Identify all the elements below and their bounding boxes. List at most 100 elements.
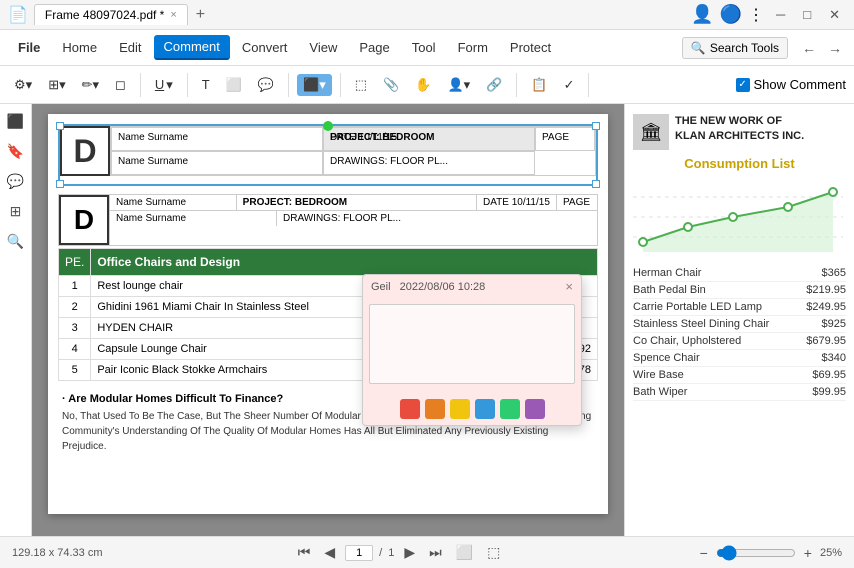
toolbar-area-btn[interactable]: ⬚ [349,74,373,96]
price-list-item: Wire Base $69.95 [633,367,846,384]
title-bar-left: 📄 Frame 48097024.pdf * × + [8,4,209,25]
zoom-in-btn[interactable]: + [800,543,816,563]
prev-page-btn[interactable]: ◀ [320,542,339,563]
toolbar-callout-btn[interactable]: 💬 [252,74,280,96]
letter-d: D [59,195,109,245]
menu-file[interactable]: File [8,36,50,59]
sidebar-icon-bookmark[interactable]: 🔖 [5,140,27,162]
page-input[interactable] [345,545,373,561]
zoom-slider[interactable] [716,545,796,561]
chart-area [625,177,854,257]
tab-close-btn[interactable]: × [170,9,176,21]
menu-home[interactable]: Home [52,36,107,59]
row-num: 3 [59,318,91,339]
next-page-btn[interactable]: ▶ [400,542,419,563]
menu-form[interactable]: Form [448,36,498,59]
menu-convert[interactable]: Convert [232,36,298,59]
menu-view[interactable]: View [299,36,347,59]
sep2 [187,73,188,97]
header-row1: Name Surname PROJECT: BEDROOM DATE 10/11… [110,195,597,211]
color-red[interactable] [400,399,420,419]
toolbar-user-btn[interactable]: 👤▾ [441,74,476,96]
toolbar-pen-btn[interactable]: ✏▾ [76,74,105,96]
zoom-out-btn[interactable]: − [696,543,712,563]
toolbar-check-btn[interactable]: ✓ [558,74,581,96]
more-options-icon[interactable]: ⋮ [748,5,764,25]
col-title: Office Chairs and Design [91,249,598,276]
menu-page[interactable]: Page [349,36,399,59]
author-name: Geil [371,281,391,293]
item-name: Carrie Portable LED Lamp [633,301,762,313]
item-price: $925 [822,318,846,330]
row-num: 2 [59,297,91,318]
tab-area: Frame 48097024.pdf * × + [34,4,209,25]
comment-textarea[interactable] [369,304,575,384]
toolbar-stamp-btn[interactable]: ⬛▾ [297,74,332,96]
search-tools[interactable]: 🔍 Search Tools [682,37,788,59]
sidebar-icon-search[interactable]: 🔍 [5,230,27,252]
resize-handle-bl[interactable] [56,180,64,188]
price-list-item: Bath Wiper $99.95 [633,384,846,401]
name-surname-2: Name Surname [110,211,277,226]
green-handle[interactable] [323,121,333,131]
toolbar-settings-btn[interactable]: ⚙▾ [8,74,38,96]
first-page-btn[interactable]: ⏮ [294,542,315,563]
company-name-line1: THE NEW WORK OF [675,114,804,129]
toolbar-attach-btn[interactable]: 📎 [377,74,405,96]
header-drawings: DRAWINGS: FLOOR PL... [323,151,535,175]
right-panel: 🏛 THE NEW WORK OF KLAN ARCHITECTS INC. C… [624,104,854,536]
row-num: 5 [59,360,91,381]
pdf-tab[interactable]: Frame 48097024.pdf * × [34,4,188,25]
color-orange[interactable] [425,399,445,419]
maximize-btn[interactable]: □ [797,5,817,24]
comment-close-btn[interactable]: × [565,279,573,294]
menu-tool[interactable]: Tool [402,36,446,59]
item-name: Stainless Steel Dining Chair [633,318,769,330]
color-yellow[interactable] [450,399,470,419]
comment-body [363,298,581,393]
color-green[interactable] [500,399,520,419]
menu-comment[interactable]: Comment [154,35,230,60]
toolbar-textbox-btn[interactable]: ⬜ [220,74,248,96]
toolbar-erase-btn[interactable]: ◻ [109,74,132,96]
toolbar-clip-btn[interactable]: 📋 [525,74,553,96]
show-comment-checkbox[interactable] [736,78,750,92]
resize-handle-tl[interactable] [56,122,64,130]
color-purple[interactable] [525,399,545,419]
line-chart [633,177,843,257]
forward-btn[interactable]: → [824,38,846,58]
fit-page-btn[interactable]: ⬚ [483,542,504,563]
sidebar-icon-pages[interactable]: ⬛ [5,110,27,132]
doc-header: D Name Surname PROJECT: BEDROOM DATE 10/… [60,126,596,176]
fit-width-btn[interactable]: ⬜ [452,542,477,563]
minimize-btn[interactable]: ─ [770,5,791,24]
price-list: Herman Chair $365 Bath Pedal Bin $219.95… [625,265,854,401]
price-list-item: Herman Chair $365 [633,265,846,282]
menu-protect[interactable]: Protect [500,36,561,59]
sidebar-icon-comment[interactable]: 💬 [5,170,27,192]
toolbar-link-btn[interactable]: 🔗 [480,74,508,96]
pdf-view-area: ◀ D Name Surname PROJECT: BEDROOM DATE 1… [32,104,624,536]
window-nav: ← → [798,38,846,58]
main-content: ⬛ 🔖 💬 ⊞ 🔍 ◀ D Name Surname [0,104,854,536]
toolbar-text-btn[interactable]: T [196,74,216,95]
close-btn[interactable]: ✕ [823,5,846,25]
tab-title: Frame 48097024.pdf * [45,8,164,22]
price-list-item: Spence Chair $340 [633,350,846,367]
sep6 [588,73,589,97]
item-price: $365 [822,267,846,279]
back-btn[interactable]: ← [798,38,820,58]
menu-edit[interactable]: Edit [109,36,151,59]
toolbar-hand-btn[interactable]: ✋ [409,74,437,96]
show-comment-toggle[interactable]: Show Comment [736,77,846,92]
resize-handle-br[interactable] [592,180,600,188]
last-page-btn[interactable]: ⏭ [425,542,446,563]
resize-handle-tr[interactable] [592,122,600,130]
item-price: $249.95 [806,301,846,313]
toolbar-options-btn[interactable]: ⊞▾ [42,74,71,96]
sidebar-icon-layers[interactable]: ⊞ [5,200,27,222]
new-tab-btn[interactable]: + [192,6,209,24]
row-name: Ghidini 1961 Miami Chair In Stainless St… [91,297,398,318]
color-blue[interactable] [475,399,495,419]
toolbar-underline-btn[interactable]: U▾ [149,74,179,96]
